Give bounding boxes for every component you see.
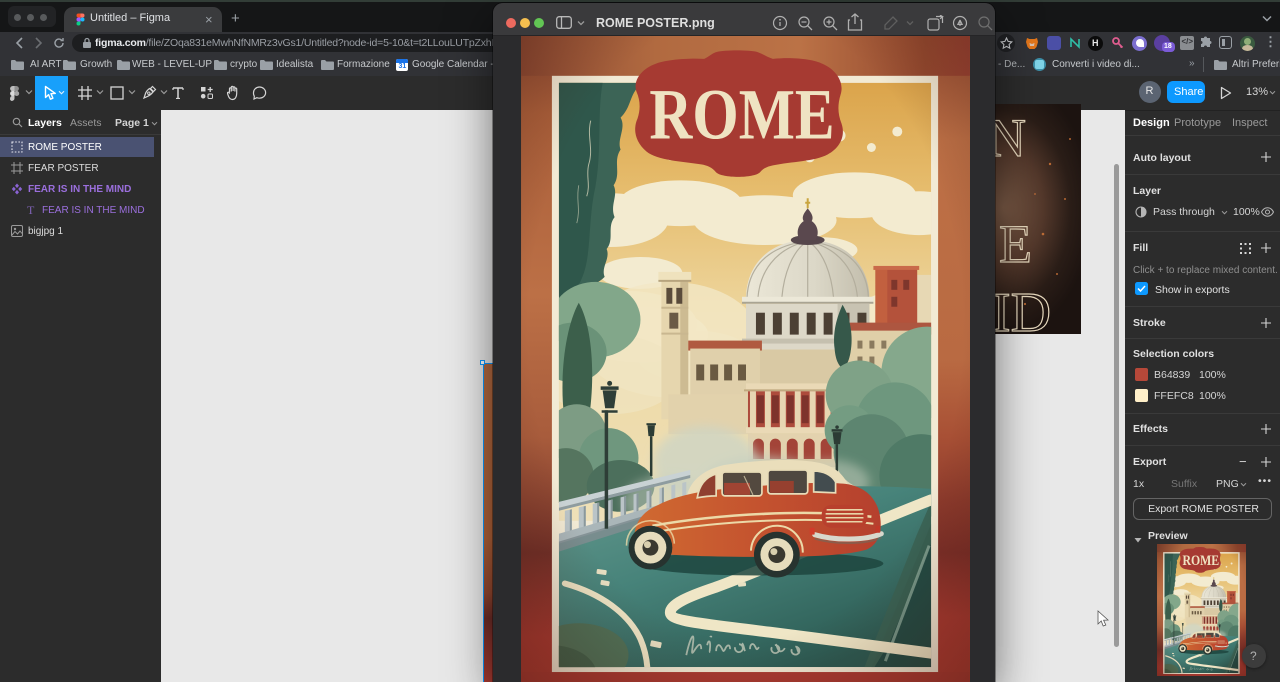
svg-text:E: E (999, 214, 1032, 274)
svg-text:N: N (995, 108, 1026, 168)
svg-text:ID: ID (995, 282, 1051, 334)
